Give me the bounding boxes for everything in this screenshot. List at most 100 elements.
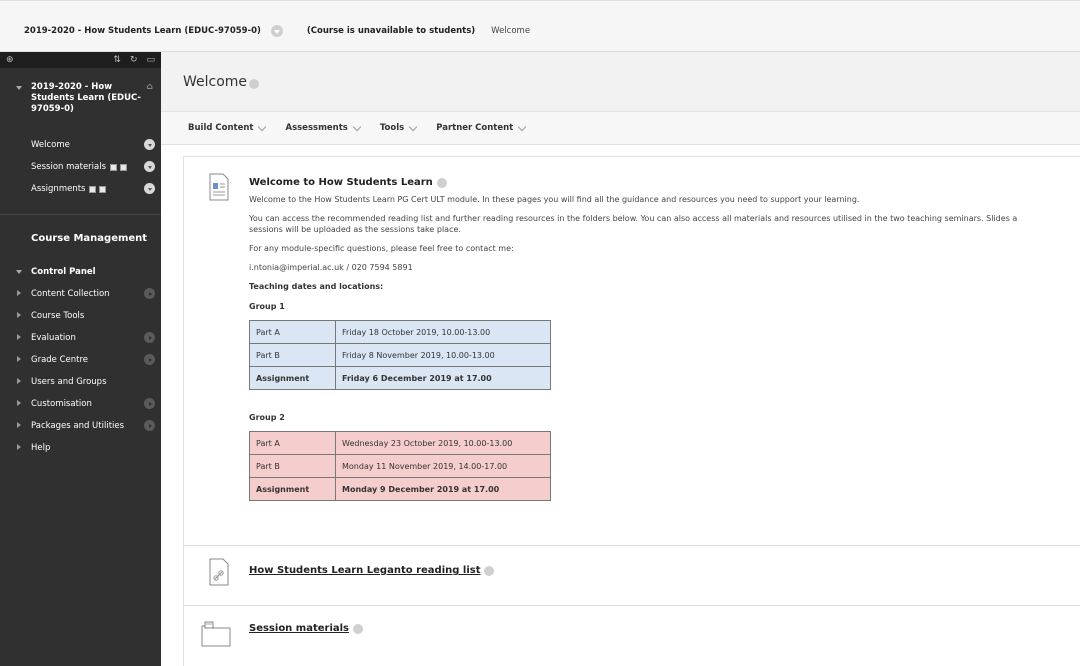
breadcrumb-page: Welcome [491, 26, 531, 36]
table-cell: Part A [249, 431, 336, 455]
go-arrow-icon[interactable] [144, 398, 155, 409]
action-label: Build Content [188, 123, 254, 133]
reading-paragraph-line2: sessions will be uploaded as the session… [249, 225, 461, 234]
cp-item-help[interactable]: Help [0, 437, 161, 459]
add-menu-item-icon[interactable]: ⊕ [6, 55, 14, 65]
empty-item-icon [120, 163, 128, 171]
table-cell: Monday 9 December 2019 at 17.00 [335, 477, 551, 501]
cp-item-grade-centre[interactable]: Grade Centre [0, 349, 161, 371]
item-menu-icon[interactable] [144, 139, 155, 150]
item-menu-chevron-icon[interactable] [353, 623, 364, 634]
tools-menu[interactable]: Tools [380, 122, 418, 133]
page-header: Welcome [161, 52, 1080, 112]
link-icon [209, 558, 229, 586]
expand-triangle-icon [17, 290, 21, 296]
expand-triangle-icon [17, 400, 21, 406]
breadcrumb-bar: 2019-2020 - How Students Learn (EDUC-970… [0, 0, 1080, 52]
item-menu-chevron-icon[interactable] [484, 565, 495, 576]
intro-paragraph: Welcome to the How Students Learn PG Cer… [249, 195, 860, 204]
item-title: How Students Learn Leganto reading list [249, 565, 1080, 576]
table-cell: Friday 18 October 2019, 10.00-13.00 [335, 320, 551, 344]
sidebar-item-label: Welcome [31, 140, 70, 150]
action-bar: Build Content Assessments Tools Partner … [161, 112, 1080, 145]
group2-schedule-table: Part A Wednesday 23 October 2019, 10.00-1… [249, 431, 551, 501]
expand-triangle-icon [17, 422, 21, 428]
cp-item-label: Course Tools [31, 311, 85, 321]
table-row: Part B Monday 11 November 2019, 14.00-17.… [249, 454, 551, 478]
cp-item-label: Evaluation [31, 333, 76, 343]
empty-item-icon [99, 185, 107, 193]
breadcrumb-course[interactable]: 2019-2020 - How Students Learn (EDUC-970… [24, 26, 261, 36]
breadcrumb: 2019-2020 - How Students Learn (EDUC-970… [24, 25, 530, 37]
content-item-welcome: Welcome to How Students Learn Welcome to… [184, 157, 1080, 546]
session-materials-link[interactable]: Session materials [249, 623, 349, 634]
item-title: Welcome to How Students Learn [249, 177, 1080, 188]
go-arrow-icon[interactable] [144, 288, 155, 299]
sidebar-course-title[interactable]: 2019-2020 - How Students Learn (EDUC-970… [0, 68, 161, 134]
folder-view-icon[interactable]: ▭ [146, 55, 155, 65]
assessments-menu[interactable]: Assessments [285, 122, 362, 133]
go-arrow-icon[interactable] [144, 354, 155, 365]
cp-item-evaluation[interactable]: Evaluation [0, 327, 161, 349]
hidden-item-icon [89, 185, 97, 193]
table-cell: Part B [249, 454, 336, 478]
sidebar-item-label: Session materials [31, 162, 107, 172]
table-cell: Part A [249, 320, 336, 344]
partner-content-menu[interactable]: Partner Content [436, 122, 527, 133]
table-row: Assignment Friday 6 December 2019 at 17.0… [249, 366, 551, 390]
item-menu-chevron-icon[interactable] [436, 177, 447, 188]
group1-heading: Group 1 [249, 302, 285, 311]
main-content: Welcome Build Content Assessments Tools … [161, 52, 1080, 666]
table-row: Assignment Monday 9 December 2019 at 17.0… [249, 477, 551, 501]
table-cell: Friday 8 November 2019, 10.00-13.00 [335, 343, 551, 367]
table-cell: Wednesday 23 October 2019, 10.00-13.00 [335, 431, 551, 455]
home-icon[interactable]: ⌂ [147, 82, 153, 93]
build-content-menu[interactable]: Build Content [188, 122, 267, 133]
sidebar-toolbar: ⊕ ⇅ ↻ ▭ [0, 52, 161, 68]
course-sidebar: ⊕ ⇅ ↻ ▭ 2019-2020 - How Students Learn (… [0, 52, 161, 666]
content-item-session-materials: Session materials [184, 606, 1080, 666]
dates-heading: Teaching dates and locations: [249, 282, 384, 291]
sidebar-item-assignments[interactable]: Assignments [0, 178, 161, 200]
cp-item-packages-and-utilities[interactable]: Packages and Utilities [0, 415, 161, 437]
action-label: Partner Content [436, 123, 514, 133]
control-panel-heading[interactable]: Control Panel [0, 261, 161, 283]
go-arrow-icon[interactable] [144, 332, 155, 343]
reading-paragraph: You can access the recommended reading l… [249, 213, 1080, 235]
expand-triangle-icon [17, 378, 21, 384]
page-menu-chevron-icon[interactable] [249, 79, 259, 89]
cp-item-label: Grade Centre [31, 355, 89, 365]
course-menu-chevron-icon[interactable] [270, 25, 283, 37]
cp-item-course-tools[interactable]: Course Tools [0, 305, 161, 327]
expand-triangle-icon [17, 356, 21, 362]
chevron-down-icon [258, 122, 267, 131]
contact-paragraph: For any module-specific questions, pleas… [249, 244, 514, 253]
cp-item-customisation[interactable]: Customisation [0, 393, 161, 415]
cp-item-label: Content Collection [31, 289, 110, 299]
table-cell: Monday 11 November 2019, 14.00-17.00 [335, 454, 551, 478]
hidden-item-icon [110, 163, 118, 171]
content-list: Welcome to How Students Learn Welcome to… [183, 156, 1080, 666]
go-arrow-icon[interactable] [144, 420, 155, 431]
document-icon [209, 173, 229, 201]
cp-item-users-and-groups[interactable]: Users and Groups [0, 371, 161, 393]
content-item-reading-list: How Students Learn Leganto reading list [184, 546, 1080, 606]
sidebar-item-session-materials[interactable]: Session materials [0, 156, 161, 178]
course-management-heading: Course Management [31, 233, 148, 244]
sidebar-item-label: Assignments [31, 184, 86, 194]
item-body: How Students Learn Leganto reading list [249, 565, 1080, 576]
cp-item-content-collection[interactable]: Content Collection [0, 283, 161, 305]
chevron-down-icon [408, 122, 418, 131]
item-title: Session materials [249, 623, 1080, 634]
refresh-icon[interactable]: ↻ [130, 55, 138, 65]
item-menu-icon[interactable] [144, 183, 155, 194]
collapse-triangle-icon[interactable] [16, 86, 22, 90]
expand-triangle-icon [17, 334, 21, 340]
reading-paragraph-line1: You can access the recommended reading l… [249, 214, 1018, 223]
sidebar-item-welcome[interactable]: Welcome [0, 134, 161, 156]
item-menu-icon[interactable] [144, 161, 155, 172]
table-cell: Part B [249, 343, 336, 367]
item-title-text: Welcome to How Students Learn [249, 177, 433, 188]
reorder-icon[interactable]: ⇅ [113, 55, 121, 65]
reading-list-link[interactable]: How Students Learn Leganto reading list [249, 565, 480, 576]
